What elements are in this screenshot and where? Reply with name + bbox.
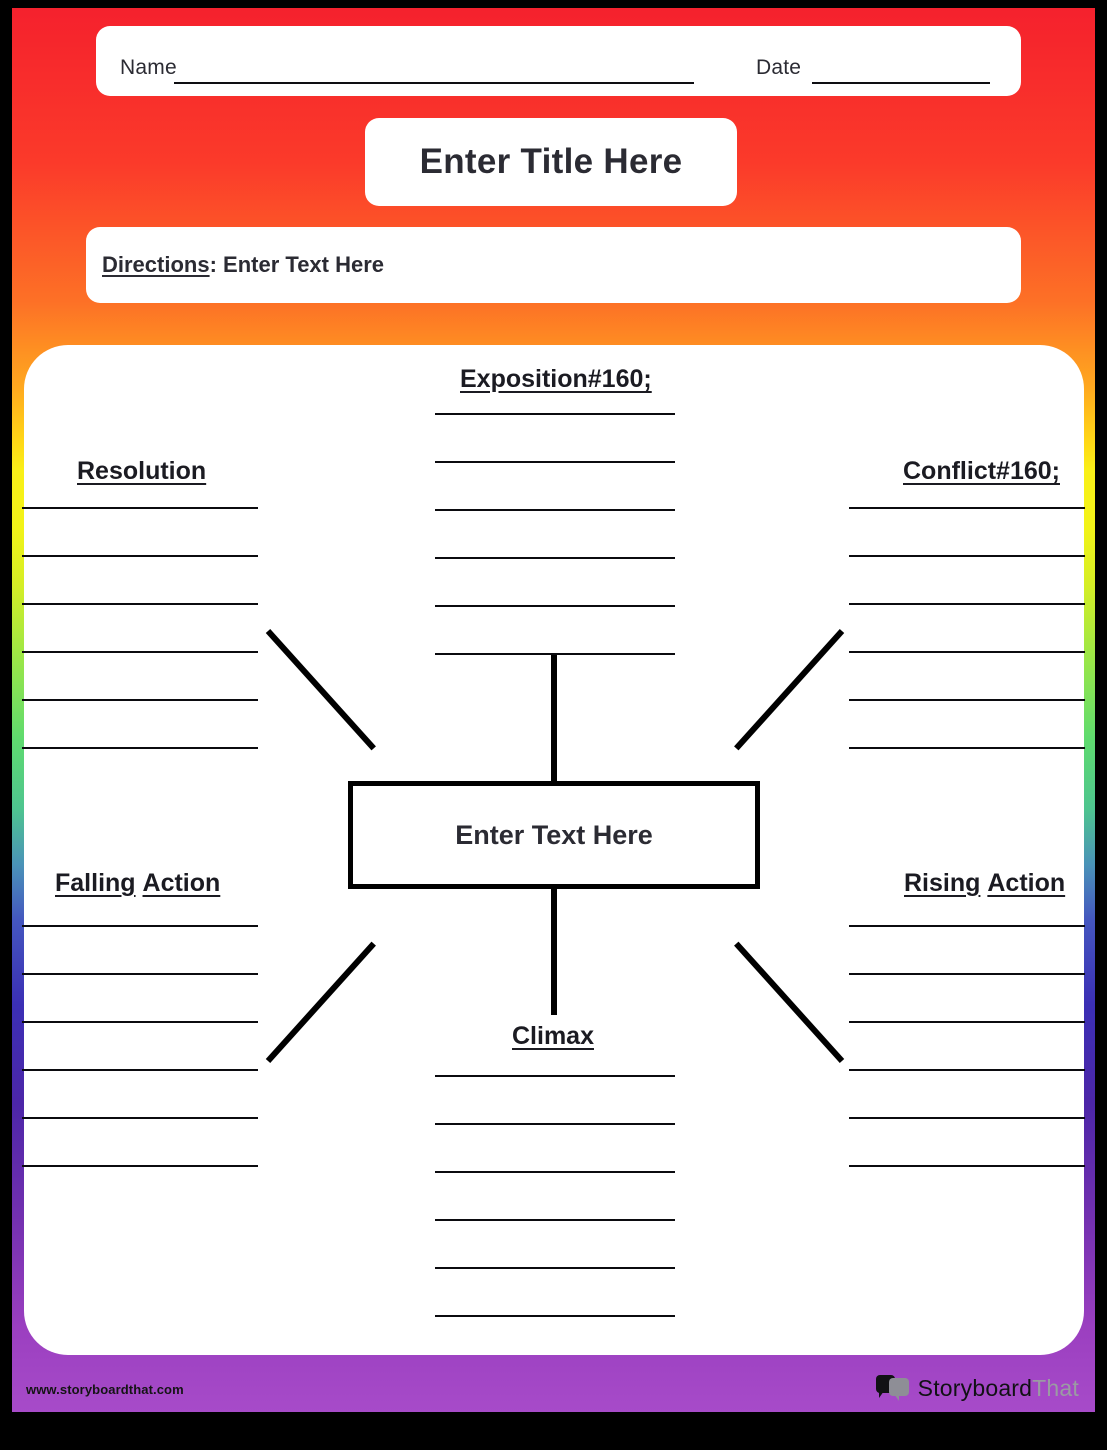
center-text-box[interactable]: Enter Text Here [348,781,760,889]
writing-line[interactable] [435,1075,675,1077]
writing-line[interactable] [22,1069,258,1071]
writing-line[interactable] [22,747,258,749]
writing-line[interactable] [22,507,258,509]
writing-line[interactable] [22,1165,258,1167]
writing-line[interactable] [849,747,1085,749]
writing-line[interactable] [435,413,675,415]
worksheet-page: Name Date Enter Title Here Directions: E… [0,0,1107,1450]
writing-line[interactable] [22,925,258,927]
writing-line[interactable] [849,1069,1085,1071]
heading-conflict: Conflict#160; [903,457,1060,485]
heading-climax: Climax [512,1022,594,1050]
title-text: Enter Title Here [419,142,683,181]
heading-falling-action: Falling Action [55,869,221,897]
directions-colon: : [209,252,217,277]
writing-line[interactable] [435,557,675,559]
writing-line[interactable] [435,1123,675,1125]
writing-line[interactable] [849,555,1085,557]
connector-climax [551,887,557,1015]
writing-line[interactable] [22,651,258,653]
writing-line[interactable] [22,555,258,557]
writing-line[interactable] [22,1117,258,1119]
directions-value: Enter Text Here [223,252,385,277]
name-input-rule[interactable] [174,82,694,84]
writing-line[interactable] [849,507,1085,509]
name-date-bar: Name Date [96,26,1021,96]
writing-line[interactable] [435,461,675,463]
directions-field[interactable]: Directions: Enter Text Here [86,227,1021,303]
writing-line[interactable] [849,651,1085,653]
connector-exposition [551,655,557,783]
heading-rising-action: Rising Action [904,869,1066,897]
writing-line[interactable] [435,1267,675,1269]
name-label: Name [120,56,177,79]
writing-line[interactable] [435,605,675,607]
writing-line[interactable] [435,1219,675,1221]
storyboardthat-logo: StoryboardThat [875,1374,1079,1402]
writing-line[interactable] [849,1021,1085,1023]
heading-exposition: Exposition#160; [460,365,652,393]
directions-label: Directions [102,252,210,277]
writing-line[interactable] [849,1117,1085,1119]
center-text: Enter Text Here [455,819,653,850]
writing-line[interactable] [435,1315,675,1317]
writing-line[interactable] [849,699,1085,701]
writing-line[interactable] [849,1165,1085,1167]
writing-line[interactable] [435,1171,675,1173]
writing-line[interactable] [22,973,258,975]
date-label: Date [756,56,802,79]
speech-bubbles-icon [875,1374,910,1402]
writing-line[interactable] [22,603,258,605]
writing-line[interactable] [22,1021,258,1023]
writing-line[interactable] [435,509,675,511]
heading-resolution: Resolution [77,457,207,485]
writing-line[interactable] [849,603,1085,605]
directions-text: Directions: Enter Text Here [86,252,384,278]
writing-line[interactable] [849,973,1085,975]
footer-url[interactable]: www.storyboardthat.com [26,1382,184,1397]
writing-line[interactable] [849,925,1085,927]
logo-wordmark: StoryboardThat [917,1374,1079,1401]
date-input-rule[interactable] [812,82,990,84]
title-field[interactable]: Enter Title Here [365,118,737,206]
writing-line[interactable] [22,699,258,701]
